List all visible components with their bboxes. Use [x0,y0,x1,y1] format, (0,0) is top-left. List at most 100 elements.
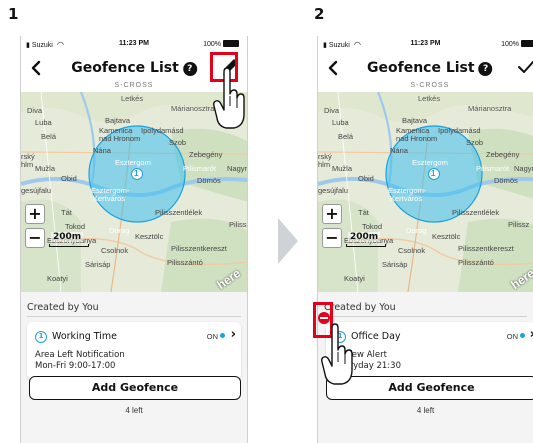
tapping-hand-icon [213,67,245,129]
map-label: Pilismarót [183,164,216,173]
map-label: Tokod [362,222,383,231]
geofence-map[interactable]: Letkés Márianosztra Diva Luba Bajtava Be… [318,92,533,292]
chevron-right-icon[interactable]: › [530,327,533,342]
geofence-index-badge: 1 [35,331,47,343]
help-icon[interactable]: ? [182,62,197,76]
add-geofence-button[interactable]: Add Geofence [326,376,533,400]
map-label: Koatyi [344,274,365,283]
map-label: nad Hronom [396,134,438,143]
map-label: Tát [358,208,369,217]
map-label: Mužla [332,164,353,173]
map-label: Sárisáp [85,260,111,269]
chevron-right-icon[interactable]: › [231,327,236,342]
vehicle-subtitle: S-CROSS [410,82,450,89]
map-label: Sárisáp [382,260,408,269]
zoom-in-button[interactable]: + [322,204,342,224]
geofence-card[interactable]: 1 Office Day ON › Curfew Alert Everyday … [326,322,533,380]
map-label: Tát [61,208,72,217]
map-label: Luba [35,118,52,127]
map-label: Dömös [494,176,518,185]
map-scale-bar [346,244,386,247]
map-label: Nána [390,146,408,155]
map-label: Bajtava [105,116,131,125]
wifi-icon: ◠ [354,40,361,49]
map-label: Belá [41,132,57,141]
map-label: Szob [169,138,187,147]
map-label: Pilisszentkereszt [171,244,227,253]
geofence-alert-type: Area Left Notification [35,350,125,360]
section-title: Created by You [27,302,99,313]
checkmark-icon [518,61,533,73]
geofence-schedule: Mon-Fri 9:00-17:00 [35,361,116,371]
map-label: Esztergom [115,158,151,167]
status-bar: ▮ Suzuki ◠ 11:23 PM 100% [21,36,247,52]
map-label: Csolnok [398,246,426,255]
zoom-out-button[interactable]: − [25,228,45,248]
map-label: nad Hronom [99,134,141,143]
map-label: Kertváros [390,194,423,203]
map-label: Pilisszentlélek [155,208,203,217]
remaining-count: 4 left [125,406,143,415]
geofence-name: Working Time [52,331,118,342]
status-dot-icon [520,333,525,338]
map-label: Letkés [121,94,144,103]
battery-percent: 100% [501,41,519,48]
map-label: Szob [466,138,484,147]
map-label: Belá [338,132,354,141]
add-geofence-button[interactable]: Add Geofence [29,376,241,400]
map-label: gesújfalu [21,186,52,195]
zoom-out-button[interactable]: − [322,228,342,248]
status-time: 11:23 PM [410,40,441,47]
chevron-left-icon [328,60,338,76]
signal-icon: ▮ [323,42,327,49]
map-label: Ipolydamásd [438,126,481,135]
status-bar: ▮ Suzuki ◠ 11:23 PM 100% [318,36,533,52]
map-label: Pilissz [508,220,530,229]
geofence-status[interactable]: ON [507,332,525,341]
map-scale-label: 200m [348,232,381,242]
zoom-in-button[interactable]: + [25,204,45,224]
wifi-icon: ◠ [57,40,64,49]
map-label: Obid [358,174,374,183]
map-label: Kesztölc [135,232,164,241]
map-label: Obid [61,174,77,183]
map-label: Diva [27,106,43,115]
next-step-chevron-icon [278,218,298,264]
section-title: Created by You [324,302,396,313]
map-label: Mužla [35,164,56,173]
map-label: gesújfalu [318,186,349,195]
map-label: Nagymaros [514,164,533,173]
geofence-status[interactable]: ON [207,332,225,341]
map-label: Bajtava [402,116,428,125]
map-label: Esztergom [412,158,448,167]
map-label: Pilisszántó [458,258,494,267]
map-scale-bar [49,244,89,247]
map-label: Nána [93,146,111,155]
carrier-label: ▮ Suzuki [26,42,53,49]
back-button[interactable] [27,58,47,78]
map-label: hlm [21,160,34,169]
map-label: Ipolydamásd [141,126,184,135]
map-label: Pilisszentkereszt [458,244,514,253]
geofence-card[interactable]: 1 Working Time ON › Area Left Notificati… [27,322,241,380]
map-scale-label: 200m [51,232,84,242]
help-icon[interactable]: ? [478,62,493,76]
battery-icon [521,40,533,47]
map-label: Zebegény [189,150,223,159]
status-time: 11:23 PM [119,40,149,47]
map-label: Pilismarót [476,164,509,173]
geofence-name: Office Day [351,331,401,342]
chevron-left-icon [31,60,41,76]
map-label: hlm [318,160,331,169]
signal-icon: ▮ [26,42,30,49]
back-button[interactable] [324,58,344,78]
map-label: Kertváros [93,194,126,203]
map-label: Kesztölc [432,232,461,241]
map-label: Pilisszentlélek [452,208,500,217]
vehicle-subtitle: S-CROSS [114,82,154,89]
step-1-label: 1 [8,5,19,23]
page-title: Geofence List? [71,60,197,76]
step-2-label: 2 [314,5,325,23]
map-label: Pilissz [229,220,247,229]
done-button[interactable] [515,56,533,78]
